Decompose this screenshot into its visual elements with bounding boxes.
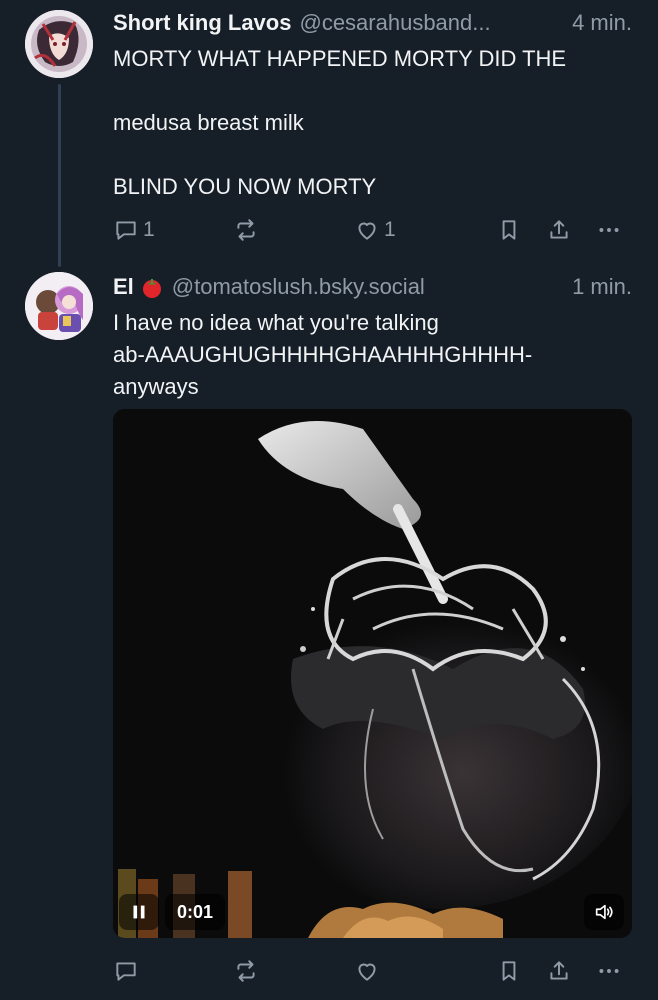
more-dots-icon bbox=[599, 969, 619, 973]
reply-button[interactable] bbox=[113, 955, 143, 987]
thread-view: Short king Lavos @cesarahusband... 4 min… bbox=[0, 0, 658, 1000]
display-name[interactable]: El bbox=[113, 272, 134, 302]
post-timestamp[interactable]: 1 min. bbox=[564, 272, 632, 302]
speech-bubble-icon bbox=[116, 221, 136, 240]
post-text: I have no idea what you're talking ab-AA… bbox=[113, 307, 634, 403]
volume-button[interactable] bbox=[584, 894, 624, 930]
post-text-line: anyways bbox=[113, 374, 199, 399]
repost-icon bbox=[237, 960, 255, 982]
share-icon bbox=[550, 220, 568, 239]
more-dots-icon bbox=[599, 228, 619, 232]
repost-button[interactable] bbox=[233, 214, 259, 246]
bookmark-button[interactable] bbox=[496, 955, 522, 987]
post-header: El @tomatoslush.bsky.social 1 min. bbox=[113, 272, 632, 302]
post-text: MORTY WHAT HAPPENED MORTY DID THE medusa… bbox=[113, 43, 634, 203]
post-text-line: I have no idea what you're talking bbox=[113, 310, 439, 335]
post-text-line: ab-AAAUGHUGHHHHGHAAHHHGHHHH- bbox=[113, 342, 533, 367]
more-options-button[interactable] bbox=[596, 955, 622, 987]
reply-button[interactable]: 1 bbox=[113, 214, 155, 246]
post-actions bbox=[113, 955, 634, 987]
heart-icon bbox=[358, 222, 376, 240]
bookmark-icon bbox=[502, 961, 516, 981]
avatar-image bbox=[25, 272, 93, 340]
user-handle[interactable]: @tomatoslush.bsky.social bbox=[172, 272, 425, 302]
reply-count: 1 bbox=[143, 218, 155, 241]
video-frame bbox=[113, 409, 632, 938]
post-timestamp[interactable]: 4 min. bbox=[564, 8, 632, 38]
like-button[interactable] bbox=[354, 955, 384, 987]
tomato-emoji-icon bbox=[142, 279, 161, 298]
post-text-line: medusa breast milk bbox=[113, 110, 304, 135]
post-header: Short king Lavos @cesarahusband... 4 min… bbox=[113, 8, 632, 38]
heart-icon bbox=[358, 963, 376, 981]
share-button[interactable] bbox=[546, 955, 572, 987]
speech-bubble-icon bbox=[116, 962, 136, 981]
post-text-line: BLIND YOU NOW MORTY bbox=[113, 174, 377, 199]
like-button[interactable]: 1 bbox=[354, 214, 396, 246]
thread-connector-line bbox=[58, 84, 61, 267]
pause-button[interactable] bbox=[119, 894, 159, 930]
video-timecode: 0:01 bbox=[165, 894, 226, 930]
post-actions: 1 1 bbox=[113, 214, 634, 246]
avatar-image bbox=[25, 10, 93, 78]
post-text-line: MORTY WHAT HAPPENED MORTY DID THE bbox=[113, 46, 567, 71]
bookmark-button[interactable] bbox=[496, 214, 522, 246]
more-options-button[interactable] bbox=[596, 214, 622, 246]
like-count: 1 bbox=[384, 218, 396, 241]
repost-button[interactable] bbox=[233, 955, 259, 987]
user-handle[interactable]: @cesarahusband... bbox=[299, 8, 490, 38]
avatar[interactable] bbox=[25, 10, 93, 78]
video-player[interactable]: 0:01 bbox=[113, 409, 632, 938]
share-icon bbox=[550, 961, 568, 980]
volume-icon bbox=[595, 904, 613, 920]
bookmark-icon bbox=[502, 220, 516, 240]
pause-icon bbox=[133, 905, 145, 919]
post-text-line bbox=[113, 75, 634, 107]
post-text-line bbox=[113, 139, 634, 171]
avatar[interactable] bbox=[25, 272, 93, 340]
share-button[interactable] bbox=[546, 214, 572, 246]
repost-icon bbox=[237, 219, 255, 241]
display-name[interactable]: Short king Lavos bbox=[113, 8, 291, 38]
